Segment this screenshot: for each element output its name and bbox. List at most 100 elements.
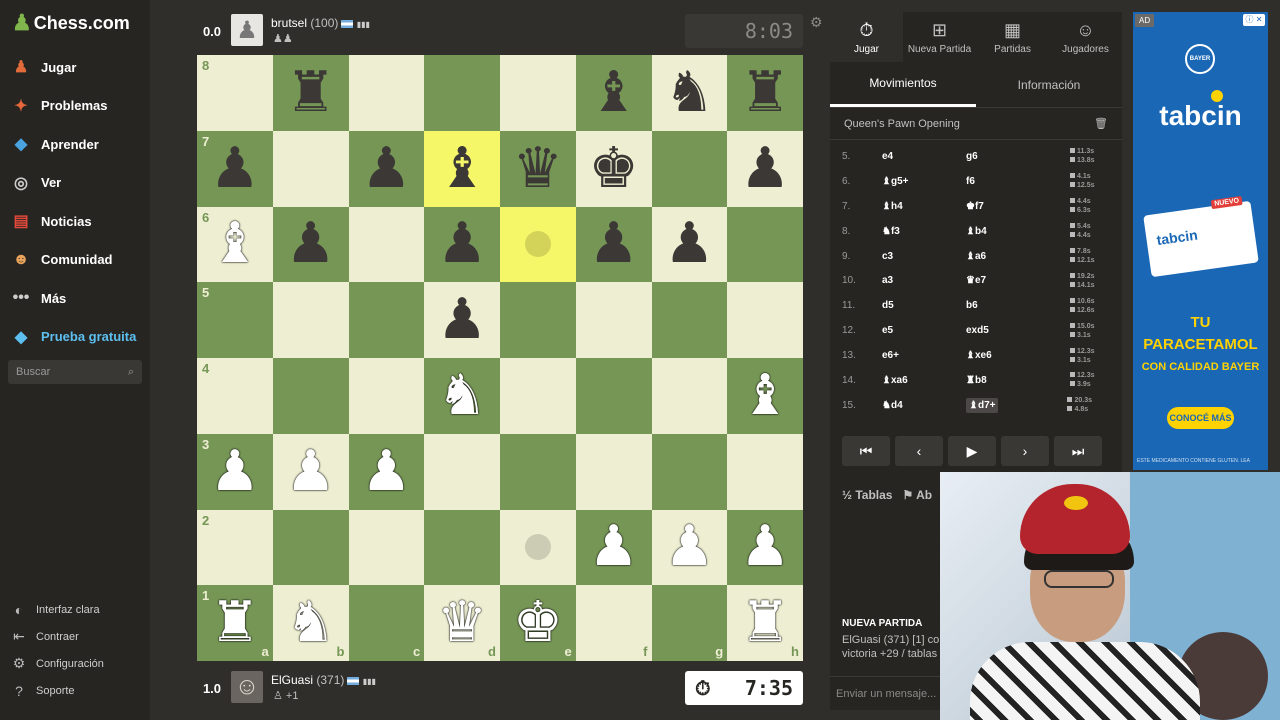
- square-c8[interactable]: [348, 55, 425, 131]
- square-e4[interactable]: [500, 358, 576, 434]
- square-f2[interactable]: ♟: [575, 509, 652, 586]
- square-b6[interactable]: ♟: [272, 206, 349, 283]
- tab-1[interactable]: ⊞ Nueva Partida: [903, 12, 976, 62]
- square-e8[interactable]: [500, 55, 576, 131]
- advertisement[interactable]: AD ⓘ ✕ BAYER tabcin NUEVO tabcin TU PARAC…: [1133, 12, 1268, 470]
- move-row[interactable]: 7. ♝h4 ♚f7 4.4s 6.3s: [830, 194, 1122, 219]
- square-c1[interactable]: c: [348, 585, 425, 661]
- square-f1[interactable]: f: [575, 585, 652, 661]
- square-d6[interactable]: ♟: [424, 206, 500, 283]
- square-b7[interactable]: [272, 130, 349, 207]
- prev-move-button[interactable]: ‹: [895, 436, 943, 466]
- square-b5[interactable]: [272, 282, 349, 358]
- black-rook-icon[interactable]: ♜: [740, 64, 790, 121]
- sidebar-bottom-item-0[interactable]: ◐ Interfaz clara: [10, 596, 150, 623]
- square-g3[interactable]: [651, 433, 728, 510]
- player-name[interactable]: ElGuasi (371) ▮▮▮: [271, 673, 376, 687]
- square-h4[interactable]: ♝: [727, 358, 803, 434]
- black-pawn-icon[interactable]: ♟: [210, 140, 260, 197]
- move-row[interactable]: 15. ♞d4 ♝d7+ 20.3s 4.8s: [830, 393, 1122, 416]
- white-bishop-icon[interactable]: ♝: [210, 216, 260, 272]
- square-g6[interactable]: ♟: [651, 206, 728, 283]
- resign-button[interactable]: ⚑ Ab: [902, 488, 932, 502]
- black-move[interactable]: f6: [966, 176, 1070, 187]
- white-knight-icon[interactable]: ♞: [286, 595, 336, 651]
- sidebar-bottom-item-3[interactable]: ? Soporte: [10, 677, 150, 704]
- black-move[interactable]: ♝d7+: [966, 397, 999, 413]
- square-d4[interactable]: ♞: [424, 358, 500, 434]
- white-move[interactable]: c3: [882, 251, 966, 262]
- square-c2[interactable]: [348, 509, 425, 586]
- tab-2[interactable]: ▦ Partidas: [976, 12, 1049, 62]
- black-king-icon[interactable]: ♚: [589, 140, 639, 197]
- sidebar-item-5[interactable]: ☻ Comunidad: [10, 241, 150, 280]
- square-h3[interactable]: [727, 433, 803, 510]
- white-rook-icon[interactable]: ♜: [740, 595, 790, 651]
- last-move-button[interactable]: ⏭: [1054, 436, 1102, 466]
- square-b4[interactable]: [272, 358, 349, 434]
- white-knight-icon[interactable]: ♞: [437, 367, 487, 424]
- white-rook-icon[interactable]: ♜: [210, 595, 260, 651]
- square-e7[interactable]: ♛: [500, 130, 576, 207]
- avatar[interactable]: ♟: [231, 14, 263, 46]
- ad-close-icon[interactable]: ⓘ ✕: [1243, 14, 1265, 26]
- move-row[interactable]: 9. c3 ♝a6 7.8s 12.1s: [830, 244, 1122, 269]
- chess-board[interactable]: 8 ♜ ♝ ♞ ♜ 7 ♟ ♟ ♝ ♛ ♚ ♟ 6 ♝ ♟ ♟ ♟ ♟ 5 ♟ 4 ♞ ♝ 3 ♟ ♟ ♟ 2 ♟ ♟ ♟ 1 a ♜ b ♞ c d ♛ e…: [197, 55, 803, 661]
- black-move[interactable]: ♚f7: [966, 201, 1070, 212]
- square-g2[interactable]: ♟: [651, 509, 728, 586]
- player-name[interactable]: brutsel (100) ▮▮▮: [271, 16, 370, 30]
- white-move[interactable]: ♞f3: [882, 226, 966, 237]
- square-f5[interactable]: [575, 282, 652, 358]
- square-h5[interactable]: [727, 282, 803, 358]
- black-move[interactable]: exd5: [966, 325, 1070, 336]
- square-a1[interactable]: 1 a ♜: [197, 585, 273, 661]
- square-g7[interactable]: [651, 130, 728, 207]
- black-move[interactable]: b6: [966, 300, 1070, 311]
- square-h8[interactable]: ♜: [727, 55, 803, 131]
- move-row[interactable]: 11. d5 b6 10.6s 12.6s: [830, 293, 1122, 318]
- search-input[interactable]: Buscar ⌕: [8, 360, 142, 384]
- white-bishop-icon[interactable]: ♝: [740, 367, 790, 424]
- black-move[interactable]: ♛e7: [966, 275, 1070, 286]
- move-row[interactable]: 10. a3 ♛e7 19.2s 14.1s: [830, 268, 1122, 293]
- square-c5[interactable]: [348, 282, 425, 358]
- white-pawn-icon[interactable]: ♟: [286, 443, 336, 500]
- black-bishop-icon[interactable]: ♝: [589, 64, 639, 121]
- square-d1[interactable]: d ♛: [424, 585, 500, 661]
- square-h7[interactable]: ♟: [727, 130, 803, 207]
- square-e1[interactable]: e ♚: [500, 585, 576, 661]
- draw-button[interactable]: ½ Tablas: [842, 488, 892, 502]
- square-d7[interactable]: ♝: [424, 130, 500, 207]
- black-move[interactable]: g6: [966, 151, 1070, 162]
- square-b3[interactable]: ♟: [272, 433, 349, 510]
- white-pawn-icon[interactable]: ♟: [664, 519, 714, 575]
- sidebar-item-6[interactable]: ••• Más: [10, 279, 150, 318]
- sidebar-bottom-item-1[interactable]: ⇤ Contraer: [10, 623, 150, 650]
- ad-cta-button[interactable]: CONOCÉ MÁS: [1167, 407, 1234, 429]
- trash-icon[interactable]: 🗑: [1094, 117, 1108, 130]
- white-queen-icon[interactable]: ♛: [437, 595, 487, 651]
- board-settings-gear-icon[interactable]: ⚙: [810, 14, 823, 31]
- black-pawn-icon[interactable]: ♟: [437, 216, 487, 272]
- white-move[interactable]: ♞d4: [882, 400, 966, 411]
- square-a8[interactable]: 8: [197, 55, 273, 131]
- sidebar-item-0[interactable]: ♟ Jugar: [10, 48, 150, 87]
- move-row[interactable]: 8. ♞f3 ♝b4 5.4s 4.4s: [830, 219, 1122, 244]
- square-h1[interactable]: h ♜: [727, 585, 803, 661]
- tab-0[interactable]: ⏱ Jugar: [830, 12, 903, 62]
- move-row[interactable]: 6. ♝g5+ f6 4.1s 12.5s: [830, 169, 1122, 194]
- white-pawn-icon[interactable]: ♟: [589, 519, 639, 575]
- move-list[interactable]: 5. e4 g6 11.3s 13.8s 6. ♝g5+ f6 4.1s 12.5s 7…: [830, 140, 1122, 416]
- move-row[interactable]: 14. ♝xa6 ♜b8 12.3s 3.9s: [830, 368, 1122, 393]
- sidebar-bottom-item-2[interactable]: ⚙ Configuración: [10, 650, 150, 677]
- square-e6[interactable]: [500, 206, 576, 283]
- sidebar-item-1[interactable]: ✦ Problemas: [10, 87, 150, 126]
- black-pawn-icon[interactable]: ♟: [740, 140, 790, 197]
- square-e5[interactable]: [500, 282, 576, 358]
- sidebar-item-7[interactable]: ◆ Prueba gratuita: [10, 318, 150, 357]
- white-move[interactable]: d5: [882, 300, 966, 311]
- square-g1[interactable]: g: [651, 585, 728, 661]
- white-move[interactable]: e6+: [882, 350, 966, 361]
- black-pawn-icon[interactable]: ♟: [286, 216, 336, 272]
- black-pawn-icon[interactable]: ♟: [361, 140, 411, 197]
